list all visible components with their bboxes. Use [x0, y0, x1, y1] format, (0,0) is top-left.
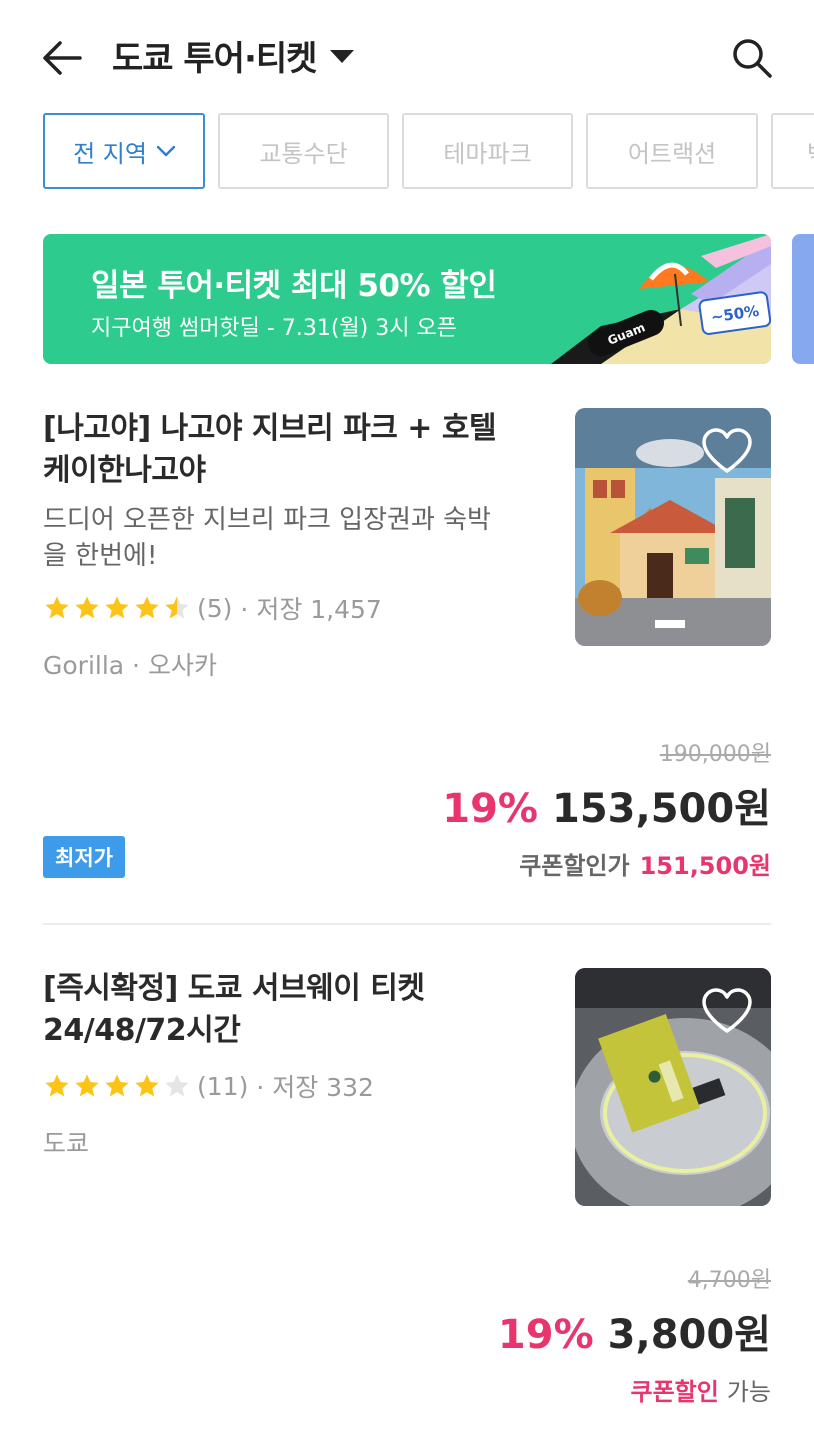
- page-title: 도쿄 투어·티켓: [112, 38, 317, 79]
- star-icon: [75, 1074, 99, 1097]
- search-button[interactable]: [726, 32, 778, 84]
- chevron-down-icon: [156, 145, 175, 156]
- product-description-line: 을 한번에!: [43, 541, 158, 571]
- price-row: 19% 153,500원: [442, 776, 771, 834]
- product-title: [즉시확정] 도쿄 서브웨이 티켓 24/48/72시간: [43, 968, 543, 1052]
- product-card[interactable]: [나고야] 나고야 지브리 파크 + 호텔 케이한나고야 드디어 오픈한 지브리…: [43, 408, 771, 898]
- product-description: 드디어 오픈한 지브리 파크 입장권과 숙박 을 한번에!: [43, 502, 543, 574]
- coupon-label: 쿠폰할인: [630, 1378, 719, 1406]
- review-count: (5): [197, 593, 233, 623]
- star-rating: [43, 594, 193, 622]
- star-half-icon: [165, 596, 189, 619]
- lowest-price-badge: 최저가: [43, 836, 125, 878]
- filter-chip-transport[interactable]: 교통수단: [218, 113, 389, 189]
- app-header: 도쿄 투어·티켓: [0, 0, 814, 112]
- product-title-line: 24/48/72시간: [43, 1013, 241, 1048]
- divider: [43, 923, 771, 925]
- banner-illustration: Guam ~50%: [551, 234, 771, 364]
- filter-chip-label: 테마파크: [443, 139, 532, 168]
- next-banner-peek[interactable]: [792, 234, 814, 364]
- product-image: [575, 968, 771, 1206]
- price-row: 19% 3,800원: [498, 1302, 771, 1360]
- coupon-available-row: 쿠폰할인 가능: [631, 1372, 772, 1407]
- product-title-line: [나고야] 나고야 지브리 파크 + 호텔: [43, 411, 497, 446]
- product-rating: (11) · 저장 332: [43, 1068, 374, 1104]
- sale-price: 153,500원: [552, 786, 771, 832]
- banner-title: 일본 투어·티켓 최대 50% 할인: [91, 268, 497, 304]
- heart-icon[interactable]: [701, 988, 753, 1034]
- product-title-line: 케이한나고야: [43, 453, 206, 488]
- original-price: 190,000원: [659, 742, 771, 767]
- star-rating: [43, 1072, 193, 1100]
- filter-chip-theme-park[interactable]: 테마파크: [402, 113, 573, 189]
- discount-rate: 19%: [442, 786, 538, 832]
- heart-icon[interactable]: [701, 428, 753, 474]
- caret-down-icon: [330, 50, 355, 63]
- search-icon: [733, 39, 772, 78]
- arrow-left-icon: [43, 41, 82, 75]
- coupon-price-row: 쿠폰할인가 151,500원: [519, 846, 771, 881]
- coupon-label: 쿠폰할인가: [519, 852, 630, 880]
- product-title: [나고야] 나고야 지브리 파크 + 호텔 케이한나고야: [43, 408, 543, 492]
- product-rating: (5) · 저장 1,457: [43, 590, 382, 626]
- filter-chips: 전 지역 교통수단 테마파크 어트랙션 박: [43, 112, 814, 190]
- star-empty-icon: [165, 1074, 189, 1097]
- save-count: · 저장 1,457: [240, 595, 382, 624]
- product-card[interactable]: [즉시확정] 도쿄 서브웨이 티켓 24/48/72시간 (11) · 저장 3…: [43, 968, 771, 1408]
- review-count: (11): [197, 1071, 249, 1101]
- product-meta: Gorilla · 오사카: [43, 651, 217, 680]
- original-price: 4,700원: [687, 1268, 771, 1293]
- filter-chip-label: 박: [807, 134, 814, 169]
- title-dropdown[interactable]: 도쿄 투어·티켓: [112, 30, 355, 80]
- save-count: · 저장 332: [256, 1073, 374, 1102]
- coupon-price: 151,500원: [639, 852, 771, 880]
- star-icon: [45, 1074, 69, 1097]
- product-meta: 도쿄: [43, 1129, 90, 1158]
- filter-chip-all-regions[interactable]: 전 지역: [43, 113, 205, 189]
- product-description-line: 드디어 오픈한 지브리 파크 입장권과 숙박: [43, 505, 491, 535]
- filter-chip-label: 교통수단: [259, 139, 348, 168]
- star-icon: [135, 596, 159, 619]
- banner-subtitle: 지구여행 썸머핫딜 - 7.31(월) 3시 오픈: [91, 316, 457, 341]
- star-icon: [105, 1074, 129, 1097]
- star-icon: [45, 596, 69, 619]
- filter-chip-label: 전 지역: [73, 139, 147, 168]
- discount-rate: 19%: [497, 1312, 594, 1358]
- star-icon: [135, 1074, 159, 1097]
- back-button[interactable]: [38, 34, 86, 82]
- sale-price: 3,800원: [607, 1312, 771, 1358]
- promo-banner[interactable]: 일본 투어·티켓 최대 50% 할인 지구여행 썸머핫딜 - 7.31(월) 3…: [43, 234, 771, 364]
- filter-chip-label: 어트랙션: [627, 139, 717, 168]
- filter-chip-stay[interactable]: 박: [771, 113, 814, 189]
- product-image: [575, 408, 771, 646]
- star-icon: [75, 596, 99, 619]
- star-icon: [105, 596, 129, 619]
- filter-chip-attraction[interactable]: 어트랙션: [586, 113, 758, 189]
- coupon-suffix: 가능: [726, 1378, 771, 1406]
- product-title-line: [즉시확정] 도쿄 서브웨이 티켓: [43, 971, 425, 1006]
